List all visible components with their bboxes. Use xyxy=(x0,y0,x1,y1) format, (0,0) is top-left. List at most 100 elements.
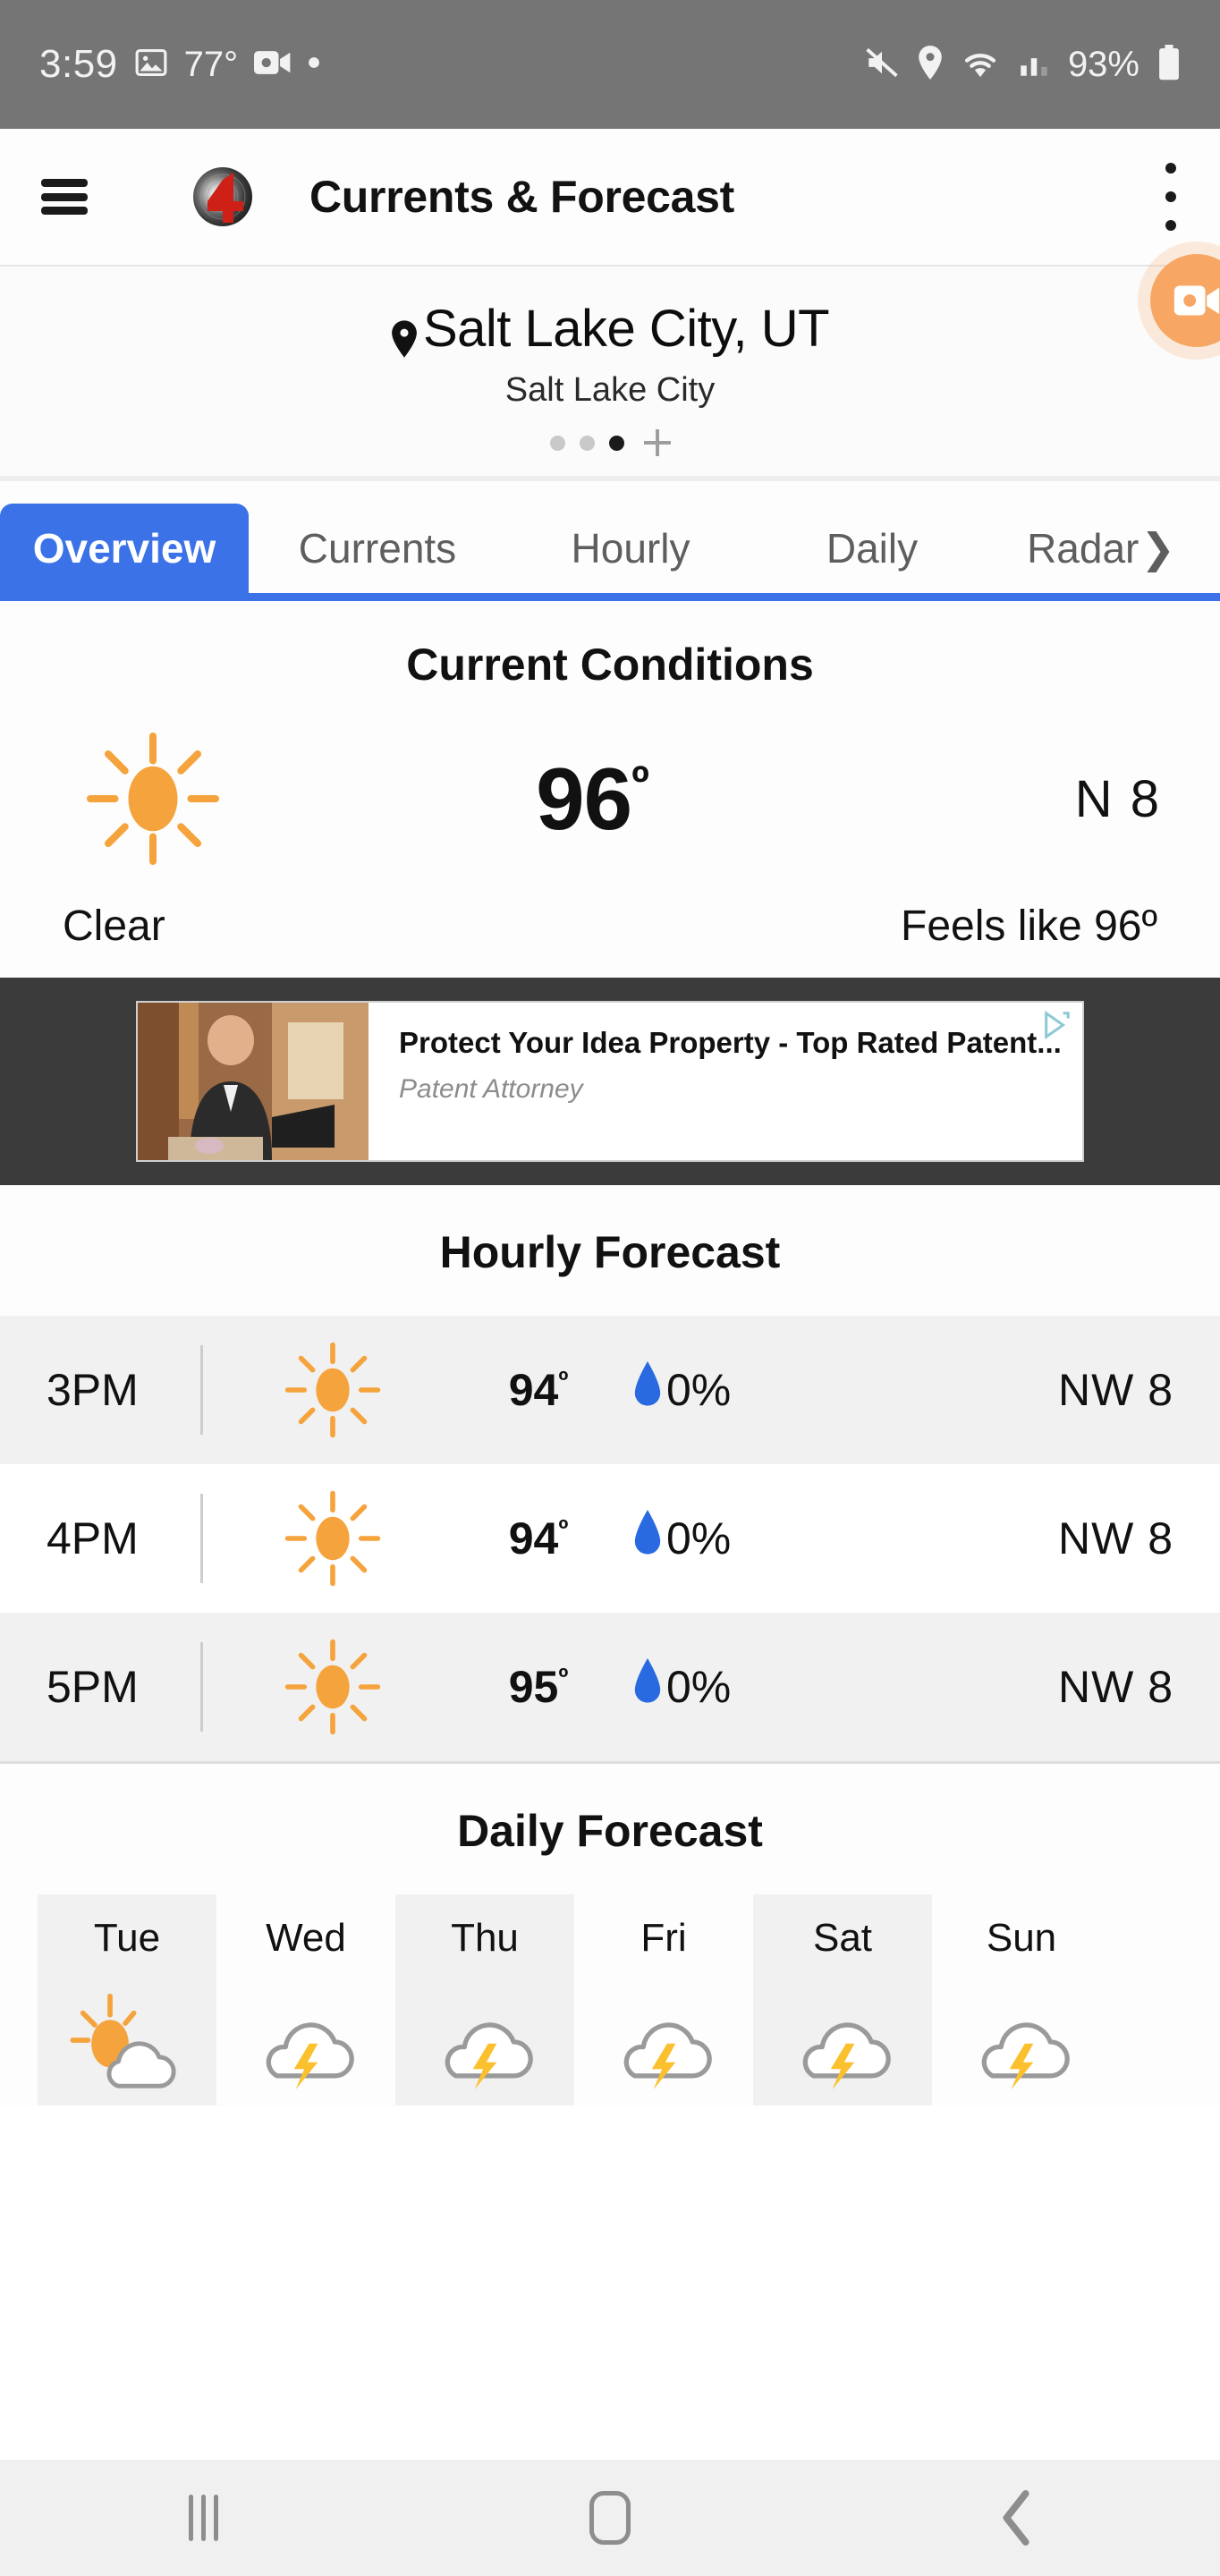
status-bar-left: 3:59 77° xyxy=(39,42,320,87)
pager-dot[interactable] xyxy=(579,435,595,451)
daily-forecast-columns: Tue Wed Thu Fri Sat Sun xyxy=(0,1894,1220,2106)
battery-icon xyxy=(1157,44,1181,85)
sun-icon xyxy=(221,1340,445,1440)
water-droplet-icon xyxy=(632,1658,663,1716)
hourly-time: 5PM xyxy=(47,1662,139,1712)
partly-cloudy-icon xyxy=(69,1991,185,2094)
pager-dot[interactable] xyxy=(549,435,565,451)
daily-column-fri[interactable]: Fri xyxy=(574,1894,753,2106)
daily-column-sat[interactable]: Sat xyxy=(753,1894,932,2106)
wifi-icon xyxy=(961,47,1000,82)
table-row[interactable]: 3PM 94º 0% NW 8 xyxy=(0,1316,1220,1464)
hourly-time: 4PM xyxy=(47,1513,139,1563)
location-pin-icon xyxy=(391,310,418,358)
thunderstorm-icon xyxy=(784,1991,901,2094)
app-bar: Currents & Forecast xyxy=(0,129,1220,265)
signal-icon xyxy=(1018,47,1050,82)
recents-icon[interactable] xyxy=(0,2495,407,2541)
daily-column-thu[interactable]: Thu xyxy=(395,1894,574,2106)
thunderstorm-icon xyxy=(248,1991,364,2094)
current-conditions-subrow: Clear Feels like 96º xyxy=(0,902,1220,951)
ad-subtitle: Patent Attorney xyxy=(399,1074,583,1104)
current-temp-value: 96 xyxy=(536,749,632,848)
tab-hourly[interactable]: Hourly xyxy=(506,504,755,593)
tab-bar: Overview Currents Hourly Daily Radar ❯ xyxy=(0,503,1220,601)
page-title: Currents & Forecast xyxy=(309,172,734,222)
row-divider xyxy=(200,1494,203,1583)
status-time: 3:59 xyxy=(39,42,118,86)
channel-4-logo xyxy=(190,160,263,233)
dot-indicator-icon xyxy=(308,56,320,73)
daily-forecast-section: Daily Forecast Tue Wed Thu Fri Sat Sun xyxy=(0,1761,1220,2106)
daily-forecast-title: Daily Forecast xyxy=(457,1806,763,1856)
battery-percent: 93% xyxy=(1067,44,1140,84)
sun-icon xyxy=(221,1637,445,1737)
tab-radar[interactable]: Radar ❯ xyxy=(989,504,1213,593)
hourly-wind: NW 8 xyxy=(1058,1662,1173,1712)
tab-radar-label: Radar xyxy=(1027,525,1140,572)
ad-title[interactable]: Protect Your Idea Property - Top Rated P… xyxy=(399,1026,1062,1060)
status-bar: 3:59 77° 93% xyxy=(0,0,1220,129)
gallery-icon xyxy=(134,46,168,84)
degree-symbol: º xyxy=(631,755,649,809)
water-droplet-icon xyxy=(632,1361,663,1419)
home-icon[interactable] xyxy=(407,2491,814,2545)
hourly-temp-value: 95 xyxy=(508,1662,559,1712)
daily-day-label: Sun xyxy=(986,1916,1057,1960)
current-conditions-section: Current Conditions 96º N 8 Clear Feels l… xyxy=(0,601,1220,978)
location-city[interactable]: Salt Lake City, UT xyxy=(0,299,1220,359)
hourly-forecast-title: Hourly Forecast xyxy=(439,1227,781,1277)
hourly-temp: 95º xyxy=(445,1661,632,1713)
adchoices-icon[interactable] xyxy=(1039,1010,1073,1040)
location-icon xyxy=(918,45,943,84)
thunderstorm-icon xyxy=(606,1991,722,2094)
tab-overview[interactable]: Overview xyxy=(0,504,249,593)
hourly-precip: 0% xyxy=(632,1658,995,1716)
hourly-precip-value: 0% xyxy=(666,1662,732,1712)
daily-column-wed[interactable]: Wed xyxy=(216,1894,395,2106)
location-city-label: Salt Lake City, UT xyxy=(422,300,830,358)
daily-day-label: Sat xyxy=(812,1916,873,1960)
hourly-precip-value: 0% xyxy=(666,1365,732,1415)
add-location-icon[interactable] xyxy=(643,429,671,456)
daily-column-tue[interactable]: Tue xyxy=(38,1894,216,2106)
daily-day-label: Wed xyxy=(266,1916,346,1960)
hourly-temp-value: 94 xyxy=(508,1365,559,1415)
daily-day-label: Fri xyxy=(640,1916,687,1960)
chevron-right-icon[interactable]: ❯ xyxy=(1140,524,1175,572)
row-divider xyxy=(200,1345,203,1435)
degree-symbol: º xyxy=(558,1663,569,1693)
sun-clear-icon xyxy=(59,732,247,866)
hamburger-menu-icon[interactable] xyxy=(41,179,88,215)
tab-overview-label: Overview xyxy=(32,525,216,572)
table-row[interactable]: 4PM 94º 0% NW 8 xyxy=(0,1464,1220,1613)
tab-hourly-label: Hourly xyxy=(571,525,690,572)
thunderstorm-icon xyxy=(963,1991,1080,2094)
daily-day-label: Thu xyxy=(451,1916,519,1960)
hourly-precip-value: 0% xyxy=(666,1513,732,1563)
hourly-wind: NW 8 xyxy=(1058,1513,1173,1563)
mute-icon xyxy=(864,47,900,83)
tab-daily[interactable]: Daily xyxy=(755,504,989,593)
feels-like-text: Feels like 96º xyxy=(901,902,1157,950)
hourly-wind: NW 8 xyxy=(1058,1365,1173,1415)
daily-column-sun[interactable]: Sun xyxy=(932,1894,1111,2106)
back-icon[interactable] xyxy=(813,2490,1220,2546)
tab-currents[interactable]: Currents xyxy=(249,504,506,593)
pager-dot-active[interactable] xyxy=(608,435,624,451)
hourly-temp-value: 94 xyxy=(508,1513,559,1563)
degree-symbol: º xyxy=(558,1514,569,1545)
location-panel: Salt Lake City, UT Salt Lake City xyxy=(0,254,1220,476)
hourly-precip: 0% xyxy=(632,1510,995,1567)
hourly-forecast-header: Hourly Forecast xyxy=(0,1185,1220,1316)
location-pager[interactable] xyxy=(0,429,1220,456)
kebab-menu-icon[interactable] xyxy=(1163,163,1179,231)
ad-banner[interactable]: Protect Your Idea Property - Top Rated P… xyxy=(136,1001,1084,1162)
sun-icon xyxy=(221,1488,445,1589)
tab-bar-wrapper: Overview Currents Hourly Daily Radar ❯ xyxy=(0,476,1220,601)
table-row[interactable]: 5PM 95º 0% NW 8 xyxy=(0,1613,1220,1761)
daily-day-label: Tue xyxy=(93,1916,161,1960)
thunderstorm-icon xyxy=(427,1991,543,2094)
degree-symbol: º xyxy=(558,1366,569,1396)
current-wind: N 8 xyxy=(1074,769,1161,828)
